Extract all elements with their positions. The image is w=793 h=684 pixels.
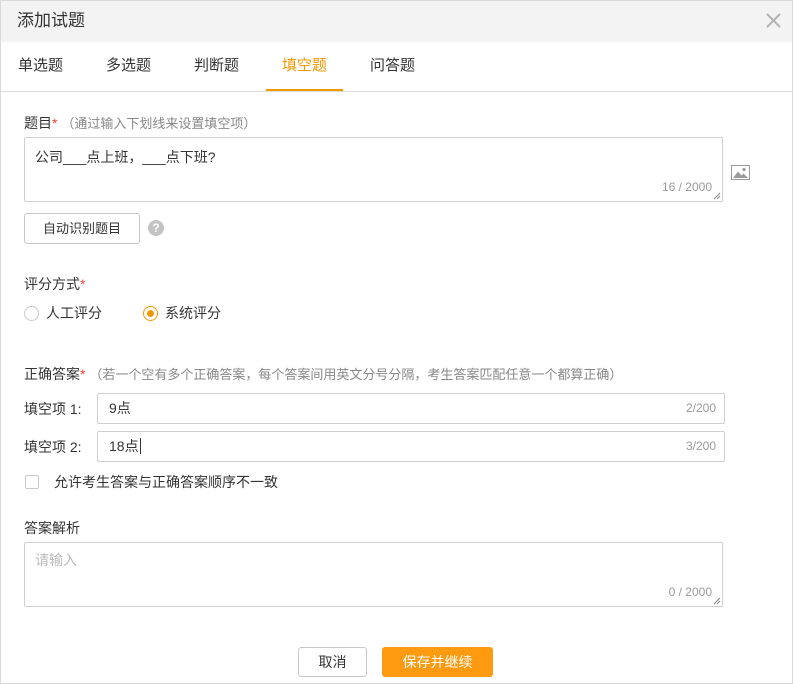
auto-detect-button[interactable]: 自动识别题目 xyxy=(24,213,140,244)
answers-label-row: 正确答案* （若一个空有多个正确答案，每个答案间用英文分号分隔，考生答案匹配任意… xyxy=(24,365,622,384)
tab-single-choice[interactable]: 单选题 xyxy=(2,42,79,91)
blank-answer-value-row: 18点 xyxy=(109,432,141,461)
question-textarea[interactable]: 公司___点上班，___点下班? 16 / 2000 xyxy=(24,137,723,202)
blank-answer-input-1[interactable]: 9点 2/200 xyxy=(97,393,725,424)
radio-label: 系统评分 xyxy=(165,305,221,321)
image-icon[interactable] xyxy=(731,165,750,180)
blank-item-label: 填空项 1: xyxy=(24,401,82,417)
radio-manual-scoring[interactable]: 人工评分 xyxy=(24,304,102,322)
tab-true-false[interactable]: 判断题 xyxy=(178,42,255,91)
blank-answer-input-2[interactable]: 18点 3/200 xyxy=(97,431,725,462)
blank-answer-value: 9点 xyxy=(109,400,131,416)
scoring-label: 评分方式 xyxy=(24,276,80,292)
tab-multiple-choice[interactable]: 多选题 xyxy=(90,42,167,91)
analysis-char-counter: 0 / 2000 xyxy=(668,585,712,599)
required-mark: * xyxy=(80,366,86,382)
radio-circle[interactable] xyxy=(143,305,158,321)
resize-grip-icon[interactable] xyxy=(713,597,721,605)
question-hint: （通过输入下划线来设置填空项） xyxy=(61,116,257,131)
analysis-label: 答案解析 xyxy=(24,520,80,536)
dialog-title: 添加试题 xyxy=(17,11,85,30)
radio-circle[interactable] xyxy=(24,305,39,321)
blank-answer-counter: 3/200 xyxy=(685,439,716,453)
order-independent-checkbox[interactable] xyxy=(25,475,39,489)
save-and-continue-button[interactable]: 保存并继续 xyxy=(382,647,493,677)
question-char-counter: 16 / 2000 xyxy=(661,180,712,194)
analysis-textarea[interactable]: 请输入 0 / 2000 xyxy=(24,542,723,607)
radio-system-scoring[interactable]: 系统评分 xyxy=(143,304,221,322)
text-cursor xyxy=(139,438,141,454)
question-type-tabs: 单选题 多选题 判断题 填空题 问答题 xyxy=(0,42,793,92)
tab-fill-in-blank[interactable]: 填空题 xyxy=(266,42,343,91)
answers-hint: （若一个空有多个正确答案，每个答案间用英文分号分隔，考生答案匹配任意一个都算正确… xyxy=(89,367,623,382)
resize-grip-icon[interactable] xyxy=(713,192,721,200)
radio-label: 人工评分 xyxy=(46,305,102,321)
blank-answer-counter: 2/200 xyxy=(685,401,716,415)
question-label-row: 题目* （通过输入下划线来设置填空项） xyxy=(24,114,256,133)
scoring-label-row: 评分方式* xyxy=(24,275,85,293)
cancel-button[interactable]: 取消 xyxy=(298,647,367,677)
close-icon[interactable] xyxy=(766,13,781,28)
order-independent-label[interactable]: 允许考生答案与正确答案顺序不一致 xyxy=(54,473,278,491)
analysis-placeholder: 请输入 xyxy=(35,552,77,568)
required-mark: * xyxy=(52,115,58,131)
answers-label: 正确答案 xyxy=(24,366,80,382)
question-text: 公司___点上班，___点下班? xyxy=(35,149,216,165)
blank-item-label: 填空项 2: xyxy=(24,439,82,455)
tab-essay[interactable]: 问答题 xyxy=(354,42,431,91)
question-circle-icon[interactable]: ? xyxy=(148,220,164,236)
question-label: 题目 xyxy=(24,115,52,131)
blank-answer-value: 18点 xyxy=(109,438,139,454)
required-mark: * xyxy=(80,276,86,292)
dialog-titlebar xyxy=(0,0,793,42)
